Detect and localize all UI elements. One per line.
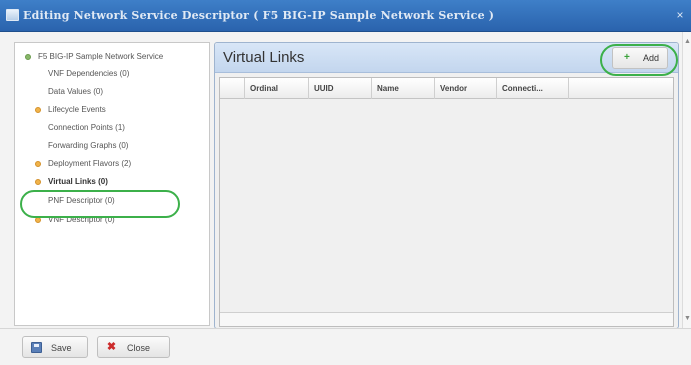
dialog-body: F5 BIG-IP Sample Network Service VNF Dep… (0, 32, 691, 329)
save-button[interactable]: Save (22, 336, 88, 358)
tree-root-label: F5 BIG-IP Sample Network Service (38, 52, 164, 61)
column-header-vendor[interactable]: Vendor (434, 78, 496, 99)
save-button-label: Save (51, 343, 72, 353)
tree-item-label: Data Values (0) (48, 87, 103, 96)
grid-footer (220, 312, 673, 326)
annotation-highlight-virtual-links (20, 190, 180, 218)
descriptor-tree: F5 BIG-IP Sample Network Service VNF Dep… (14, 42, 210, 326)
column-header-connection[interactable]: Connecti... (496, 78, 568, 99)
grid-filler-column (568, 78, 673, 99)
tree-item-label: Virtual Links (0) (48, 177, 108, 186)
expand-node-icon[interactable] (35, 107, 41, 113)
tree-item-label: Deployment Flavors (2) (48, 159, 132, 168)
dialog-titlebar: Editing Network Service Descriptor ( F5 … (0, 0, 691, 32)
grid-header: Ordinal UUID Name Vendor Connecti... (220, 78, 673, 99)
dialog-icon (6, 9, 19, 21)
dialog-footer: Save ✖ Close (0, 328, 691, 365)
expand-node-icon[interactable] (35, 179, 41, 185)
panel-title: Virtual Links (223, 49, 305, 66)
close-button[interactable]: ✖ Close (97, 336, 170, 358)
virtual-links-grid: Ordinal UUID Name Vendor Connecti... (219, 77, 674, 327)
column-header-uuid[interactable]: UUID (308, 78, 371, 99)
save-icon (31, 342, 42, 353)
scroll-up-icon[interactable]: ▲ (684, 38, 691, 45)
tree-item-label: VNF Dependencies (0) (48, 69, 130, 78)
column-header-ordinal[interactable]: Ordinal (244, 78, 308, 99)
root-node-icon (25, 54, 31, 60)
grid-selector-column (220, 78, 244, 99)
column-header-name[interactable]: Name (371, 78, 434, 99)
tree-item-label: Forwarding Graphs (0) (48, 141, 129, 150)
close-button-label: Close (127, 343, 151, 353)
tree-item-label: Lifecycle Events (48, 105, 106, 114)
virtual-links-panel: Virtual Links + Add Ordinal UUID Name Ve… (214, 42, 679, 329)
scroll-down-icon[interactable]: ▼ (684, 315, 691, 322)
expand-node-icon[interactable] (35, 161, 41, 167)
vertical-scrollbar[interactable]: ▲ ▼ (682, 32, 691, 328)
close-icon[interactable]: × (673, 8, 687, 22)
close-x-icon: ✖ (106, 341, 117, 353)
annotation-highlight-add (600, 44, 678, 76)
dialog-title: Editing Network Service Descriptor ( F5 … (23, 9, 495, 22)
tree-item-label: Connection Points (1) (48, 123, 125, 132)
